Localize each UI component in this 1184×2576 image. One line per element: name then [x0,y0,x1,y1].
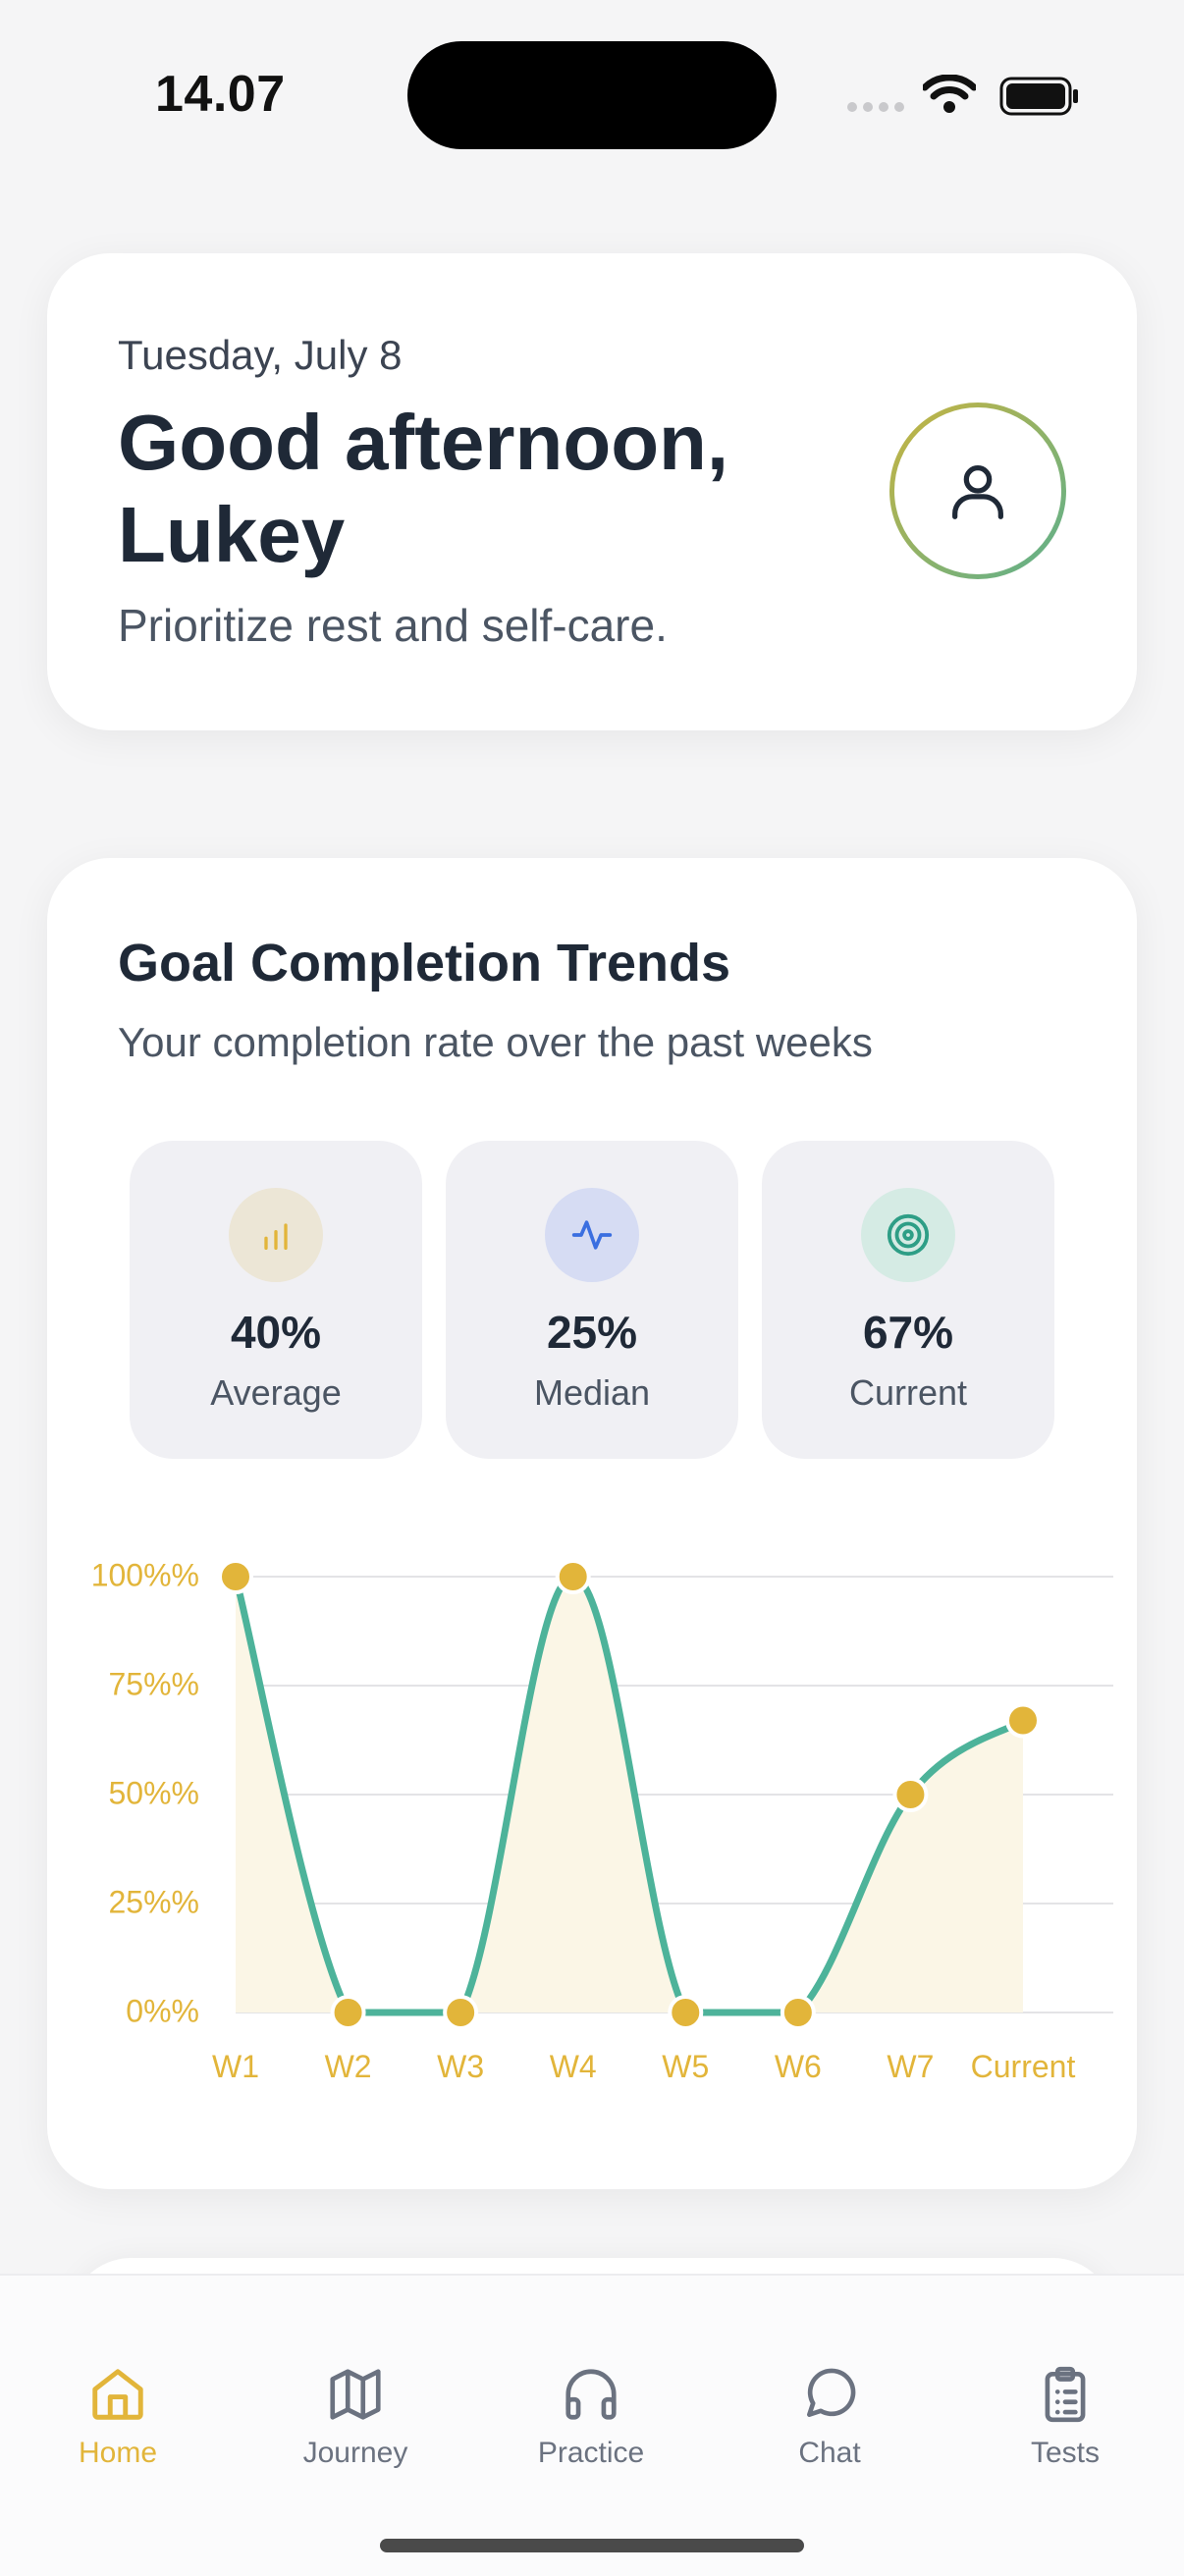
data-point [780,1995,816,2030]
goal-trends-card: Goal Completion Trends Your completion r… [47,858,1137,2189]
greeting-heading: Good afternoon, Lukey [118,399,729,578]
user-icon [952,465,1003,519]
data-point [330,1995,366,2030]
x-tick-label: W2 [325,2049,372,2084]
home-indicator [380,2539,804,2552]
data-point [1005,1702,1041,1739]
cellular-signal-icon [847,102,904,112]
x-tick-label: Current [971,2049,1076,2084]
greeting-card: Tuesday, July 8 Good afternoon, Lukey Pr… [47,253,1137,730]
tab-tests[interactable]: Tests [967,2364,1163,2470]
y-tick-label: 25%% [109,1884,200,1919]
x-tick-label: W5 [662,2049,709,2084]
x-tick-label: W7 [887,2049,934,2084]
tab-label: Journey [302,2437,408,2469]
data-point [555,1559,591,1594]
data-point [218,1559,253,1594]
x-tick-label: W4 [550,2049,597,2084]
data-point [443,1995,479,2030]
profile-avatar-button[interactable] [889,402,1066,579]
tab-label: Tests [1030,2437,1101,2469]
data-point [892,1777,929,1812]
status-time: 14.07 [155,66,286,123]
chat-bubble-icon [807,2368,856,2417]
tagline-text: Prioritize rest and self-care. [118,600,668,651]
tab-home[interactable]: Home [20,2364,216,2470]
tab-bar: Home Journey Practice Chat Tests [0,2274,1184,2576]
status-bar: 14.07 [0,0,1184,187]
y-tick-label: 75%% [109,1666,200,1701]
tab-practice[interactable]: Practice [493,2364,689,2470]
x-tick-label: W6 [775,2049,822,2084]
tab-label: Chat [798,2437,861,2469]
completion-trend-chart: 100%% 75%% 50%% 25%% 0%% W1 W2 W3 W4 W5 W6 W7 Curren… [91,1557,1113,2084]
clipboard-icon [1045,2366,1086,2423]
data-point [668,1995,704,2030]
map-icon [330,2369,381,2420]
date-label: Tuesday, July 8 [118,332,403,378]
headphones-icon [565,2369,617,2420]
dynamic-island [407,41,777,149]
x-tick-label: W3 [437,2049,484,2084]
tab-label: Home [78,2437,158,2469]
y-tick-label: 0%% [126,1993,199,2028]
battery-icon [999,77,1078,116]
y-tick-label: 100%% [91,1557,199,1592]
wifi-icon [923,75,976,113]
home-icon [92,2369,143,2420]
tab-label: Practice [537,2437,645,2469]
tab-journey[interactable]: Journey [257,2364,454,2470]
tab-chat[interactable]: Chat [731,2364,928,2470]
y-tick-label: 50%% [109,1775,200,1810]
x-tick-label: W1 [212,2049,259,2084]
